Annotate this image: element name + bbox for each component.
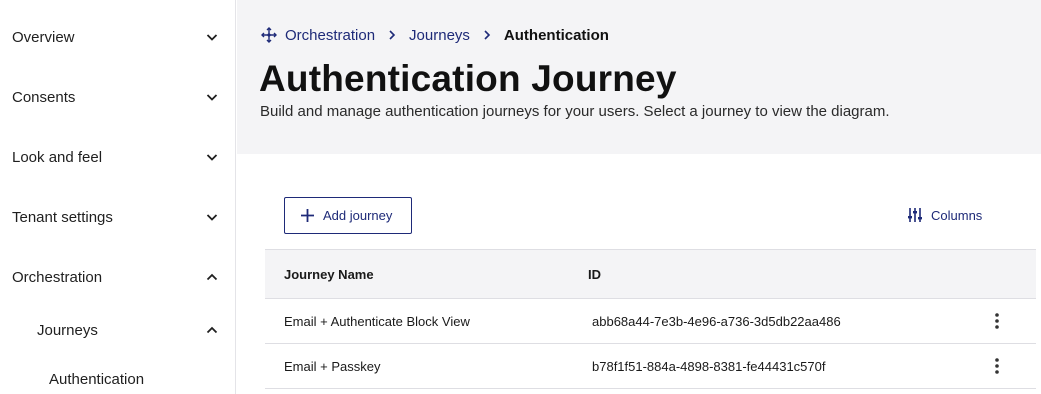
table-header: Journey Name ID <box>265 249 1036 299</box>
table-row[interactable]: Email + Passkey b78f1f51-884a-4898-8381-… <box>265 344 1036 389</box>
orchestration-icon <box>261 27 277 43</box>
breadcrumb: Orchestration Journeys Authentication <box>261 24 609 46</box>
table-row[interactable]: Email + Authenticate Block View abb68a44… <box>265 299 1036 344</box>
sidebar-item-label: Overview <box>12 28 75 46</box>
more-options-icon[interactable] <box>992 357 1002 375</box>
sidebar-item-label: Look and feel <box>12 148 103 166</box>
journey-name-cell: Email + Passkey <box>284 358 381 374</box>
sidebar-item-label: Tenant settings <box>12 208 113 226</box>
journey-id-cell: abb68a44-7e3b-4e96-a736-3d5db22aa486 <box>592 313 841 329</box>
add-journey-button[interactable]: Add journey <box>284 197 412 234</box>
add-journey-label: Add journey <box>323 208 393 223</box>
columns-button[interactable]: Columns <box>907 205 982 225</box>
more-options-icon[interactable] <box>992 312 1002 330</box>
chevron-up-icon <box>206 324 218 336</box>
journey-name-cell: Email + Authenticate Block View <box>284 313 470 329</box>
chevron-right-icon <box>483 30 491 40</box>
breadcrumb-journeys[interactable]: Journeys <box>409 27 470 44</box>
sidebar-item-authentication[interactable]: Authentication <box>0 359 236 394</box>
column-header-id[interactable]: ID <box>588 250 601 298</box>
sidebar-item-tenant-settings[interactable]: Tenant settings <box>0 197 236 237</box>
chevron-down-icon <box>206 151 218 163</box>
page-title: Authentication Journey <box>259 58 677 99</box>
breadcrumb-orchestration[interactable]: Orchestration <box>285 27 375 44</box>
sidebar-item-label: Journeys <box>37 321 98 339</box>
sidebar-item-overview[interactable]: Overview <box>0 17 236 57</box>
page-description: Build and manage authentication journeys… <box>260 103 890 120</box>
columns-settings-icon <box>907 207 923 223</box>
sidebar: Overview Consents Look and feel Tenant s… <box>0 0 236 394</box>
sidebar-item-label: Authentication <box>49 370 145 388</box>
plus-icon <box>300 208 315 223</box>
column-header-journey-name[interactable]: Journey Name <box>284 250 374 298</box>
journeys-table: Journey Name ID Email + Authenticate Blo… <box>265 249 1036 389</box>
chevron-down-icon <box>206 31 218 43</box>
columns-label: Columns <box>931 207 983 223</box>
page-header: Orchestration Journeys Authentication Au… <box>237 0 1041 154</box>
chevron-down-icon <box>206 91 218 103</box>
sidebar-item-look-and-feel[interactable]: Look and feel <box>0 137 236 177</box>
chevron-right-icon <box>388 30 396 40</box>
sidebar-item-label: Consents <box>12 88 76 106</box>
sidebar-item-journeys[interactable]: Journeys <box>0 310 236 350</box>
chevron-down-icon <box>206 211 218 223</box>
breadcrumb-authentication: Authentication <box>503 26 609 44</box>
sidebar-item-consents[interactable]: Consents <box>0 77 236 117</box>
sidebar-item-orchestration[interactable]: Orchestration <box>0 257 236 297</box>
journey-id-cell: b78f1f51-884a-4898-8381-fe44431c570f <box>592 358 826 374</box>
sidebar-item-label: Orchestration <box>12 268 103 286</box>
chevron-up-icon <box>206 271 218 283</box>
